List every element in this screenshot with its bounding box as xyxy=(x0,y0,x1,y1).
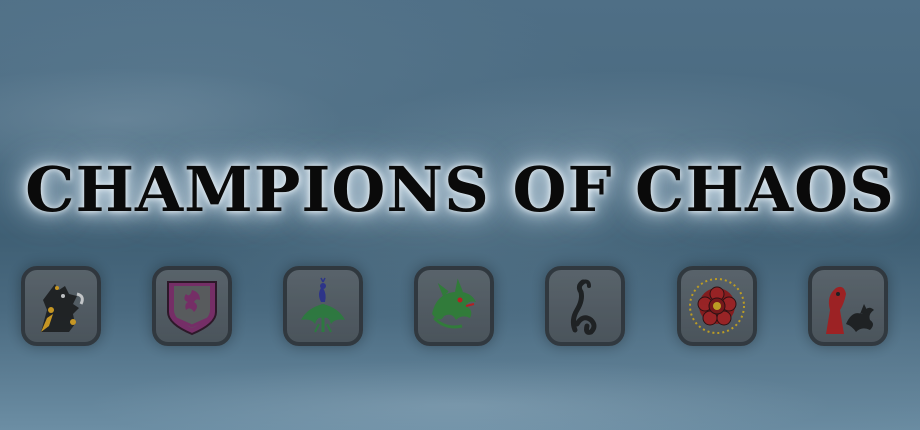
red-dragon-icon[interactable] xyxy=(808,266,888,346)
serpent-icon-art xyxy=(570,279,597,335)
faction-icons xyxy=(0,266,920,348)
serpent-icon[interactable] xyxy=(545,266,625,346)
rose-icon[interactable] xyxy=(677,266,757,346)
banner: CHAMPIONS OF CHAOS xyxy=(0,0,920,430)
wolf-icon[interactable] xyxy=(21,266,101,346)
phoenix-shield-icon[interactable] xyxy=(152,266,232,346)
wolf-icon-art xyxy=(41,284,84,332)
dragon-icon[interactable] xyxy=(414,266,494,346)
peacock-icon-art xyxy=(301,277,345,333)
peacock-icon[interactable] xyxy=(283,266,363,346)
rose-icon-art xyxy=(689,278,745,334)
phoenix-shield-icon-art xyxy=(167,281,217,336)
game-title: CHAMPIONS OF CHAOS xyxy=(25,153,895,226)
red-dragon-icon-art xyxy=(826,286,874,334)
dragon-icon-art xyxy=(432,278,476,329)
